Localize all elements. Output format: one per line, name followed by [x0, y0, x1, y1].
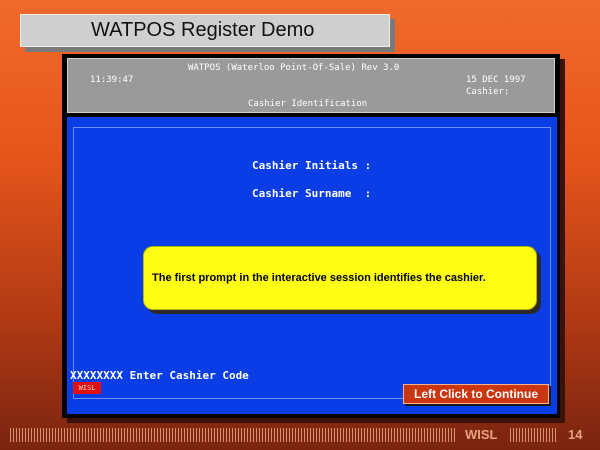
terminal-header: WATPOS (Waterloo Point-Of-Sale) Rev 3.0 …: [67, 58, 555, 113]
cashier-surname-field[interactable]: Cashier Surname :: [252, 187, 371, 200]
page-number: 14: [568, 427, 583, 442]
screen-title: Cashier Identification: [248, 99, 368, 109]
continue-button[interactable]: Left Click to Continue: [403, 384, 549, 404]
current-date: 15 DEC 1997: [466, 75, 526, 85]
footer-bar-left: [10, 428, 456, 442]
footer-brand: WISL: [465, 427, 498, 442]
terminal-screen: WATPOS (Waterloo Point-Of-Sale) Rev 3.0 …: [62, 54, 560, 418]
annotation-callout: The first prompt in the interactive sess…: [143, 246, 537, 310]
terminal-body: Cashier Initials : Cashier Surname : The…: [67, 117, 557, 414]
footer-bar-right: [510, 428, 558, 442]
slide-title-box: WATPOS Register Demo: [20, 14, 390, 47]
slide-title: WATPOS Register Demo: [91, 19, 315, 41]
cashier-code-prompt: XXXXXXXX Enter Cashier Code: [70, 369, 249, 382]
cashier-label: Cashier:: [466, 87, 510, 97]
clock-time: 11:39:47: [90, 75, 134, 85]
app-title: WATPOS (Waterloo Point-Of-Sale) Rev 3.0: [188, 63, 400, 73]
wisl-badge: WISL: [73, 382, 101, 394]
callout-text: The first prompt in the interactive sess…: [152, 272, 486, 284]
cashier-initials-field[interactable]: Cashier Initials :: [252, 159, 371, 172]
